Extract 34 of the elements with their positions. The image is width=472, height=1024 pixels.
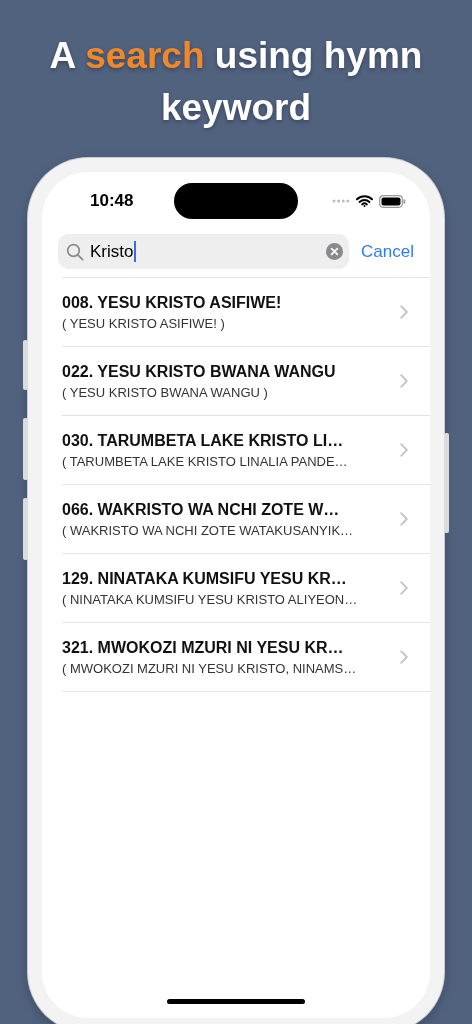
chevron-icon bbox=[400, 374, 408, 388]
chevron-icon bbox=[400, 512, 408, 526]
chevron-icon bbox=[400, 581, 408, 595]
hymn-subtitle: ( MWOKOZI MZURI NI YESU KRISTO, NINAMS… bbox=[62, 660, 358, 676]
signal-icon bbox=[332, 199, 350, 203]
search-icon bbox=[66, 242, 84, 261]
hymn-title: 008. YESU KRISTO ASIFIWE! bbox=[62, 293, 283, 312]
result-row[interactable]: 129. NINATAKA KUMSIFU YESU KR… ( NINATAKA KUMSIFU YESU KRISTO ALIYEON… bbox=[62, 554, 430, 623]
cancel-button[interactable]: Cancel bbox=[361, 241, 414, 262]
result-row[interactable]: 022. YESU KRISTO BWANA WANGU ( YESU KRISTO BWANA WANGU ) bbox=[62, 347, 430, 416]
text-cursor bbox=[134, 241, 137, 262]
result-row[interactable]: 008. YESU KRISTO ASIFIWE! ( YESU KRISTO ASIFIWE! ) bbox=[62, 278, 430, 347]
clear-icon[interactable] bbox=[326, 243, 344, 260]
battery-icon bbox=[379, 194, 406, 208]
result-row[interactable]: 321. MWOKOZI MZURI NI YESU KR… ( MWOKOZI MZURI NI YESU KRISTO, NINAMS… bbox=[62, 623, 430, 692]
hymn-title: 321. MWOKOZI MZURI NI YESU KR… bbox=[62, 638, 345, 657]
result-row[interactable]: 066. WAKRISTO WA NCHI ZOTE W… ( WAKRISTO WA NCHI ZOTE WATAKUSANYIK… bbox=[62, 485, 430, 554]
hymn-subtitle: ( WAKRISTO WA NCHI ZOTE WATAKUSANYIK… bbox=[62, 522, 355, 538]
hymn-subtitle: ( YESU KRISTO ASIFIWE! ) bbox=[62, 315, 226, 331]
hymn-title: 129. NINATAKA KUMSIFU YESU KR… bbox=[62, 569, 348, 588]
wifi-icon bbox=[356, 195, 373, 207]
hymn-title: 066. WAKRISTO WA NCHI ZOTE W… bbox=[62, 500, 341, 519]
hymn-subtitle: ( NINATAKA KUMSIFU YESU KRISTO ALIYEON… bbox=[62, 591, 359, 607]
chevron-icon bbox=[400, 650, 408, 664]
result-row[interactable]: 030. TARUMBETA LAKE KRISTO LI… ( TARUMBETA LAKE KRISTO LINALIA PANDE… bbox=[62, 416, 430, 485]
hymn-title: 022. YESU KRISTO BWANA WANGU bbox=[62, 362, 337, 381]
chevron-icon bbox=[400, 443, 408, 457]
search-field[interactable]: Kristo bbox=[58, 234, 350, 269]
headline: A search using hymn keyword bbox=[48, 34, 424, 130]
hymn-subtitle: ( YESU KRISTO BWANA WANGU ) bbox=[62, 384, 269, 400]
status-time: 10:48 bbox=[90, 191, 135, 211]
hymn-subtitle: ( TARUMBETA LAKE KRISTO LINALIA PANDE… bbox=[62, 453, 349, 469]
hymn-title: 030. TARUMBETA LAKE KRISTO LI… bbox=[62, 431, 345, 450]
chevron-icon bbox=[400, 305, 408, 319]
